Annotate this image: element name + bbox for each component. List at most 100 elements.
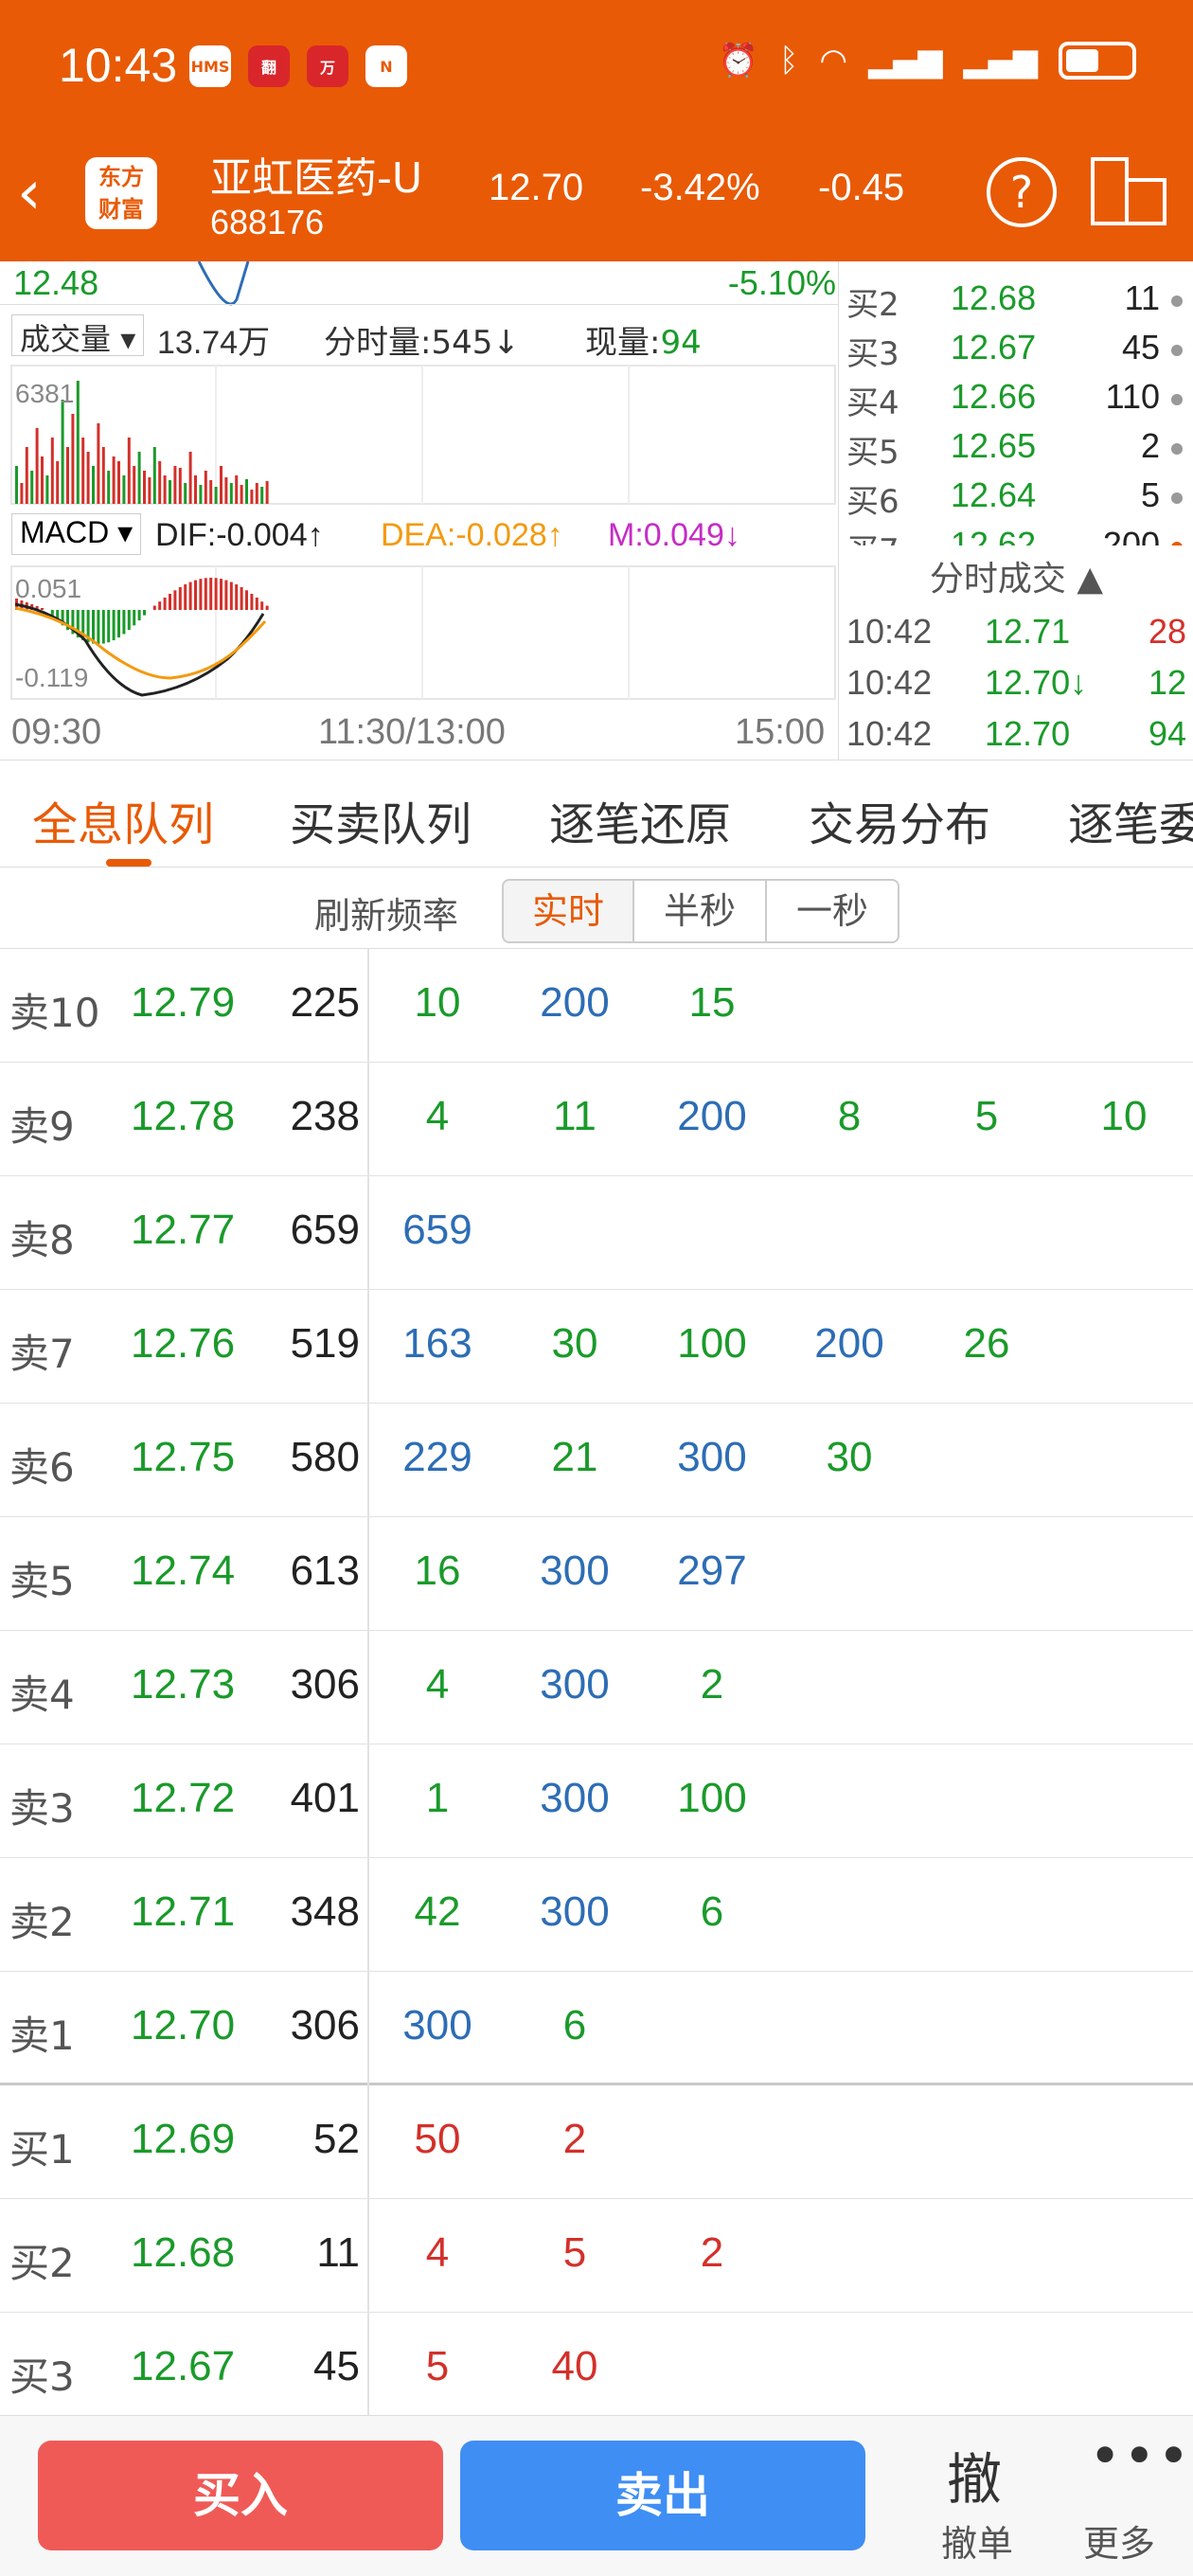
pct-low-label: -5.10% <box>727 263 836 302</box>
macd-bar <box>250 594 254 610</box>
more-label[interactable]: 更多 <box>1083 2514 1155 2567</box>
queue-order-size: 4 <box>425 2229 450 2276</box>
refresh-one-second-button[interactable]: 一秒 <box>765 879 899 943</box>
macd-bar <box>255 597 258 610</box>
queue-order-size: 200 <box>540 979 610 1026</box>
current-volume-value: 94 <box>660 324 702 362</box>
order-book-panel[interactable]: 买2 12.68 11 买3 12.67 45 买4 12.66 110 买5 … <box>838 261 1193 546</box>
queue-price: 12.79 <box>131 979 236 1026</box>
volume-bar <box>245 479 248 504</box>
queue-level-label: 卖9 <box>9 1103 75 1150</box>
more-icon[interactable]: ••• <box>1089 2424 1192 2488</box>
queue-order-size: 2 <box>700 1661 724 1708</box>
queue-row: 卖1 12.70 306 300 6 <box>0 1972 1193 2085</box>
volume-bar <box>81 438 85 504</box>
volume-bar <box>255 483 258 504</box>
queue-level-label: 卖2 <box>9 1899 75 1945</box>
volume-bar <box>56 461 60 504</box>
queue-order-size: 10 <box>414 979 461 1026</box>
macd-bar <box>137 610 141 621</box>
queue-order-size: 21 <box>551 1434 598 1480</box>
queue-row: 买2 12.68 11 4 5 2 <box>0 2199 1193 2313</box>
help-icon[interactable]: ? <box>987 157 1057 227</box>
order-queue-table[interactable]: 卖10 12.79 225 10 200 15 卖9 12.78 238 4 11 200 8 5 10 卖8… <box>0 949 1193 2415</box>
macd-bar <box>240 586 243 610</box>
queue-order-size: 40 <box>551 2343 598 2389</box>
tab-bid-ask-queue[interactable]: 买卖队列 <box>290 787 472 853</box>
volume-bar <box>240 485 243 504</box>
macd-bar <box>101 610 105 644</box>
ob-label: 买6 <box>846 483 899 521</box>
queue-total: 52 <box>313 2116 360 2162</box>
cancel-order-label[interactable]: 撤单 <box>941 2514 1013 2567</box>
stock-name[interactable]: 亚虹医药-U <box>210 144 422 205</box>
volume-bar <box>265 481 269 504</box>
queue-price: 12.71 <box>131 1888 236 1935</box>
queue-tabs: 全息队列 买卖队列 逐笔还原 交易分布 逐笔委 <box>0 760 1193 868</box>
cancel-order-icon[interactable]: 撤 <box>947 2435 1002 2514</box>
queue-row: 买1 12.69 52 50 2 <box>0 2085 1193 2199</box>
queue-row: 卖3 12.72 401 1 300 100 <box>0 1744 1193 1858</box>
refresh-half-second-button[interactable]: 半秒 <box>632 879 767 943</box>
status-time: 10:43 <box>59 39 178 92</box>
queue-order-size: 300 <box>540 1775 610 1821</box>
trade-volume: 28 <box>1148 612 1186 651</box>
queue-level-label: 买1 <box>9 2126 75 2173</box>
tick-trades-panel[interactable]: 分时成交 ▲ 10:42 12.71 28 10:42 12.70↓ 12 10… <box>838 546 1193 760</box>
ob-qty: 5 <box>1140 475 1160 514</box>
macd-bar <box>112 610 116 641</box>
queue-total: 348 <box>290 1888 360 1935</box>
queue-orders: 5 40 <box>369 2343 1193 2396</box>
back-arrow-icon[interactable]: ‹ <box>17 163 83 229</box>
queue-row: 买3 12.67 45 5 40 <box>0 2313 1193 2415</box>
tick-trades-title[interactable]: 分时成交 ▲ <box>839 551 1193 600</box>
macd-bar <box>117 610 120 638</box>
time-end: 15:00 <box>735 712 826 752</box>
tab-full-queue[interactable]: 全息队列 <box>32 787 214 853</box>
landscape-switch-icon[interactable] <box>1091 157 1166 225</box>
ob-dot-icon <box>1171 295 1183 307</box>
signal-2-icon: ▂▄▆ <box>963 42 1038 80</box>
intraday-chart[interactable]: 12.48 -5.10% 成交量 ▾ 13.74万 分时量:545↓ 现量:94… <box>0 261 838 760</box>
volume-bar <box>101 447 105 504</box>
macd-bar <box>169 594 171 610</box>
queue-orders: 16 300 297 <box>369 1547 1193 1601</box>
queue-level-label: 卖5 <box>9 1558 75 1604</box>
queue-level-label: 卖4 <box>9 1672 75 1718</box>
tab-active-indicator <box>106 859 151 867</box>
macd-bar <box>224 580 228 610</box>
sell-button[interactable]: 卖出 <box>460 2441 865 2550</box>
queue-order-size: 200 <box>814 1320 884 1367</box>
queue-level-label: 卖8 <box>9 1217 75 1263</box>
tab-tick-orders[interactable]: 逐笔委 <box>1068 787 1193 853</box>
order-book-row: 买3 12.67 45 <box>839 322 1193 373</box>
volume-bar <box>25 447 28 504</box>
refresh-realtime-button[interactable]: 实时 <box>502 879 634 943</box>
volume-indicator-select[interactable]: 成交量 ▾ <box>11 314 145 357</box>
chevron-down-icon: ▾ <box>111 321 136 357</box>
queue-total: 45 <box>313 2343 360 2389</box>
queue-row: 卖9 12.78 238 4 11 200 8 5 10 <box>0 1063 1193 1176</box>
macd-bar <box>265 605 269 610</box>
tab-tick-restore[interactable]: 逐笔还原 <box>549 787 731 853</box>
queue-row: 卖8 12.77 659 659 <box>0 1176 1193 1290</box>
queue-level-label: 卖6 <box>9 1444 75 1491</box>
queue-order-size: 300 <box>540 1888 610 1935</box>
queue-order-size: 42 <box>414 1888 461 1935</box>
tab-trade-distribution[interactable]: 交易分布 <box>809 787 990 853</box>
macd-indicator-select[interactable]: MACD ▾ <box>11 513 142 555</box>
macd-axis-top: 0.051 <box>15 574 82 603</box>
volume-bar <box>117 461 120 504</box>
volume-bar <box>220 466 223 504</box>
volume-bar <box>20 483 24 504</box>
queue-price: 12.78 <box>131 1093 236 1139</box>
trade-volume: 12 <box>1148 663 1186 702</box>
queue-order-size: 659 <box>402 1207 472 1253</box>
queue-total: 613 <box>290 1547 360 1594</box>
buy-button[interactable]: 买入 <box>38 2441 443 2550</box>
queue-total: 11 <box>316 2229 360 2276</box>
landscape-frame-a <box>1091 157 1129 225</box>
order-book-row: 买6 12.64 5 <box>839 470 1193 521</box>
order-book-row: 买2 12.68 11 <box>839 273 1193 324</box>
volume-bar <box>184 483 187 504</box>
